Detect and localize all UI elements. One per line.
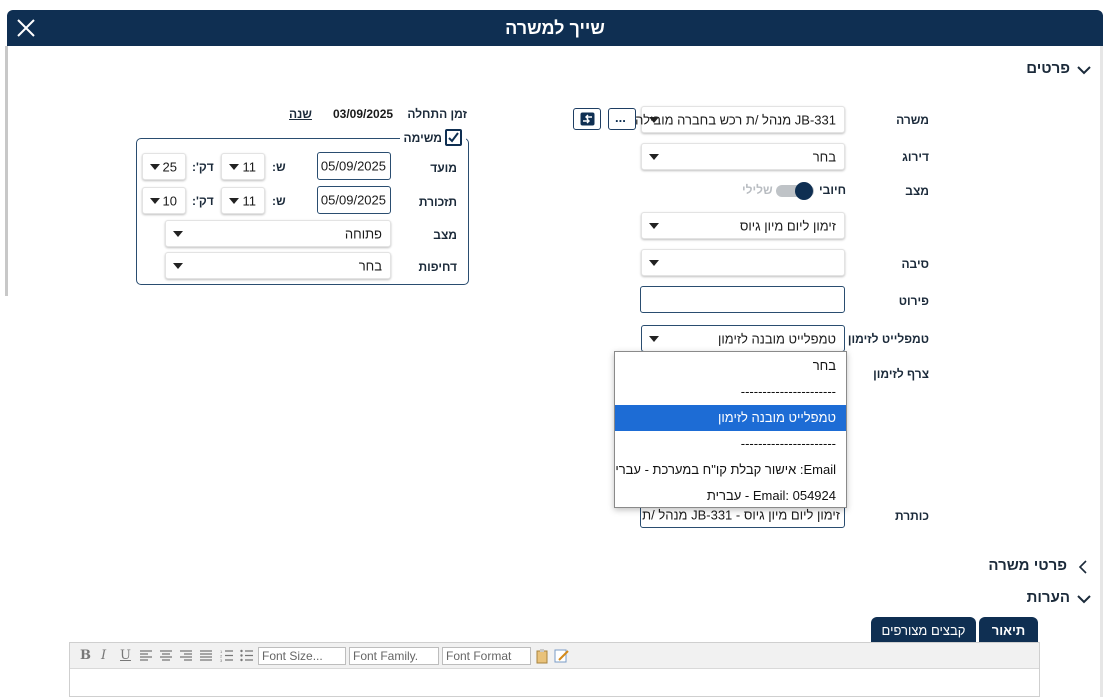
- urgency-select[interactable]: בחר: [165, 252, 391, 279]
- bold-button[interactable]: B: [80, 648, 91, 663]
- reason-select[interactable]: [641, 249, 845, 276]
- urgency-label: דחיפות: [418, 260, 457, 274]
- font-size-select[interactable]: Font Size...: [258, 647, 346, 665]
- details-section-title: פרטים: [1026, 60, 1070, 77]
- start-date: 03/09/2025: [333, 107, 394, 121]
- chevron-down-icon: [173, 262, 183, 269]
- attach-label: צרף לזימון: [873, 367, 929, 381]
- reminder-hour-select[interactable]: 11: [221, 187, 265, 214]
- editor-toolbar: B I U 123 Font Size... Font Family. Font…: [70, 643, 1039, 669]
- template-option-selected[interactable]: טמפלייט מובנה לזימון: [615, 405, 846, 431]
- status-select[interactable]: זימון ליום מיון גיוס: [641, 212, 845, 239]
- detail-label: פירוט: [898, 294, 929, 308]
- status-toggle[interactable]: חיובי שלילי: [742, 182, 846, 200]
- task-header: משימה: [400, 128, 466, 148]
- notes-section-title: הערות: [1026, 589, 1070, 606]
- reminder-min-select[interactable]: 10: [142, 187, 186, 214]
- due-date-input[interactable]: 05/09/2025: [317, 152, 391, 180]
- chevron-down-icon: [150, 197, 160, 204]
- job-details-section-title: פרטי משרה: [988, 557, 1067, 574]
- reminder-date-input[interactable]: 05/09/2025: [317, 186, 391, 214]
- open-job-button[interactable]: [573, 108, 601, 130]
- job-details-section-toggle[interactable]: פרטי משרה: [985, 557, 1095, 577]
- bullet-list-icon[interactable]: [240, 649, 253, 662]
- toggle-knob: [795, 182, 813, 200]
- template-option[interactable]: Email: אישור קבלת קו"ח במערכת - עברית: [615, 457, 846, 483]
- ordered-list-icon[interactable]: 123: [220, 649, 233, 662]
- chevron-down-icon: [649, 259, 659, 266]
- task-checkbox[interactable]: [445, 129, 462, 146]
- task-status-select[interactable]: פתוחה: [165, 220, 391, 247]
- chevron-down-icon: [1077, 66, 1091, 75]
- tab-description[interactable]: תיאור: [979, 617, 1038, 644]
- reminder-label: תזכורת: [418, 195, 457, 209]
- chevron-down-icon: [229, 163, 239, 170]
- chevron-left-icon: [1078, 560, 1087, 574]
- chevron-down-icon: [649, 116, 659, 123]
- chevron-down-icon: [649, 153, 659, 160]
- dialog-title: שייך למשרה: [505, 18, 605, 38]
- ranking-select[interactable]: בחר: [641, 143, 845, 170]
- reason-label: סיבה: [901, 257, 929, 271]
- align-right-icon[interactable]: [180, 650, 192, 662]
- change-link[interactable]: שנה: [289, 107, 312, 121]
- ranking-label: דירוג: [902, 150, 929, 164]
- chevron-down-icon: [649, 222, 659, 229]
- due-min-label: דק':: [192, 160, 214, 174]
- due-hour-select[interactable]: 11: [221, 153, 265, 180]
- status-label: מצב: [905, 184, 929, 198]
- detail-input[interactable]: [640, 286, 845, 313]
- job-select[interactable]: JB-331 מנהל /ת רכש בחברה מובילה: [635, 106, 845, 133]
- font-format-select[interactable]: Font Format: [442, 647, 531, 665]
- start-time-label: זמן התחלה: [407, 107, 467, 121]
- paste-icon[interactable]: [535, 648, 551, 664]
- chevron-down-icon: [1077, 595, 1091, 604]
- notes-section-toggle[interactable]: הערות: [1015, 589, 1100, 609]
- template-select[interactable]: טמפלייט מובנה לזימון: [641, 325, 845, 352]
- chevron-down-icon: [649, 335, 659, 342]
- rich-text-editor[interactable]: B I U 123 Font Size... Font Family. Font…: [69, 642, 1040, 697]
- details-section-toggle[interactable]: פרטים: [1020, 60, 1100, 80]
- template-option[interactable]: ----------------------: [615, 431, 846, 457]
- due-min-select[interactable]: 25: [142, 153, 186, 180]
- align-justify-icon[interactable]: [200, 650, 212, 662]
- font-family-select[interactable]: Font Family.: [349, 647, 439, 665]
- scrollbar[interactable]: [5, 46, 8, 296]
- reminder-hour-label: ש:: [272, 194, 286, 208]
- template-label: טמפלייט לזימון: [847, 332, 929, 346]
- template-options-list[interactable]: בחר ---------------------- טמפלייט מובנה…: [614, 351, 847, 508]
- subject-label: כותרת: [894, 509, 929, 523]
- template-option[interactable]: בחר: [615, 353, 846, 379]
- italic-button[interactable]: I: [101, 648, 106, 663]
- chevron-down-icon: [150, 163, 160, 170]
- reminder-min-label: דק':: [192, 194, 214, 208]
- due-hour-label: ש:: [272, 160, 286, 174]
- due-label: מועד: [430, 161, 457, 175]
- svg-text:3: 3: [220, 658, 223, 662]
- side-border: [1100, 46, 1103, 697]
- transfer-icon: [580, 112, 595, 126]
- template-option[interactable]: ----------------------: [615, 379, 846, 405]
- align-center-icon[interactable]: [160, 650, 172, 662]
- job-label: משרה: [896, 113, 929, 127]
- template-option[interactable]: Email: 054924 - עברית: [615, 483, 846, 507]
- more-button[interactable]: ...: [608, 108, 636, 130]
- underline-button[interactable]: U: [120, 648, 131, 663]
- chevron-down-icon: [229, 197, 239, 204]
- task-status-label: מצב: [433, 228, 457, 242]
- edit-html-icon[interactable]: [554, 648, 570, 664]
- align-left-icon[interactable]: [140, 650, 152, 662]
- tab-attachments[interactable]: קבצים מצורפים: [871, 617, 976, 644]
- check-icon: [448, 132, 459, 143]
- dialog-header: שייך למשרה: [7, 10, 1103, 46]
- chevron-down-icon: [173, 230, 183, 237]
